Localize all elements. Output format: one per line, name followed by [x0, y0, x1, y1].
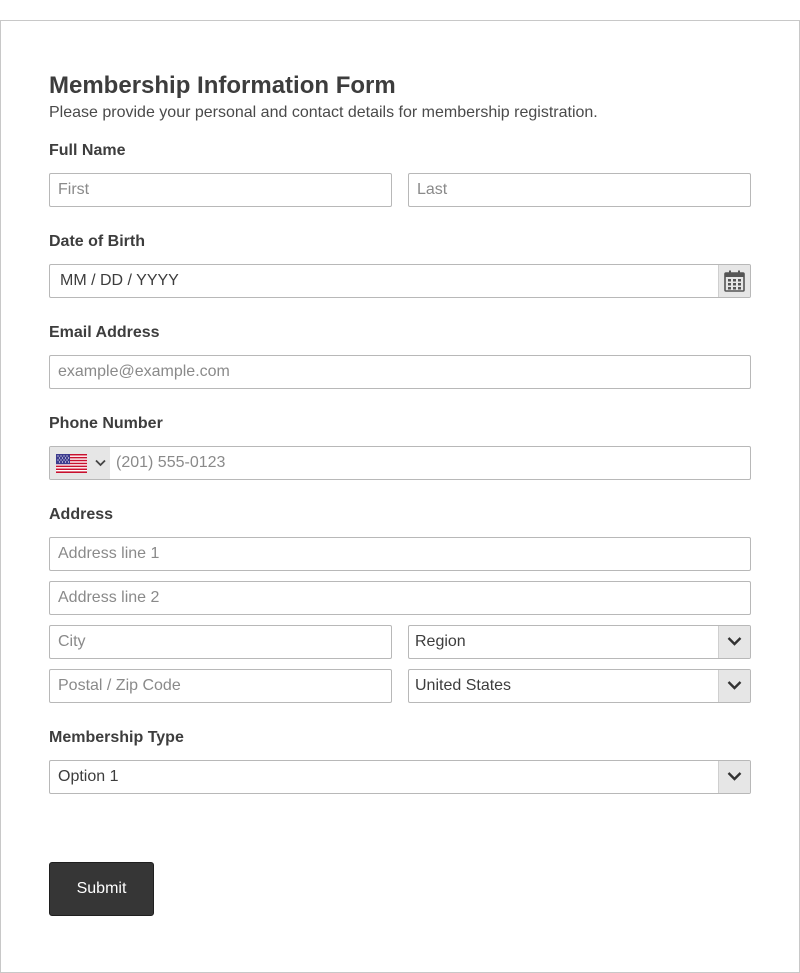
address-label: Address — [49, 506, 114, 523]
first-name-input[interactable]: First — [49, 173, 392, 207]
country-code-selector[interactable] — [50, 447, 110, 479]
chevron-down-icon — [727, 637, 742, 646]
us-flag-icon — [56, 454, 87, 473]
form-title: Membership Information Form — [49, 72, 396, 99]
membership-type-select[interactable]: Option 1 — [49, 760, 751, 794]
city-input[interactable]: City — [49, 625, 392, 659]
full-name-label: Full Name — [49, 142, 126, 159]
last-name-input[interactable]: Last — [408, 173, 751, 207]
dob-placeholder: MM / DD / YYYY — [60, 272, 179, 289]
phone-label: Phone Number — [49, 415, 163, 432]
phone-input[interactable]: (201) 555-0123 — [49, 446, 751, 480]
dob-input[interactable]: MM / DD / YYYY — [49, 264, 751, 298]
calendar-button[interactable] — [718, 265, 750, 297]
address-line2-input[interactable]: Address line 2 — [49, 581, 751, 615]
chevron-down-icon — [727, 681, 742, 690]
membership-type-dropdown-button[interactable] — [718, 761, 750, 793]
membership-type-value: Option 1 — [58, 768, 119, 785]
country-value: United States — [415, 677, 512, 694]
country-select[interactable]: United States — [408, 669, 751, 703]
country-dropdown-button[interactable] — [718, 670, 750, 702]
chevron-down-icon — [95, 459, 106, 467]
email-input[interactable]: example@example.com — [49, 355, 751, 389]
postal-code-input[interactable]: Postal / Zip Code — [49, 669, 392, 703]
form-subtitle: Please provide your personal and contact… — [49, 104, 598, 121]
phone-placeholder: (201) 555-0123 — [116, 454, 226, 471]
dob-label: Date of Birth — [49, 233, 145, 250]
submit-button[interactable]: Submit — [49, 862, 154, 916]
calendar-icon — [724, 270, 745, 292]
form-header: Membership Information Form Please provi… — [49, 72, 751, 123]
email-label: Email Address — [49, 324, 160, 341]
membership-type-label: Membership Type — [49, 729, 184, 746]
region-select[interactable]: Region — [408, 625, 751, 659]
region-value: Region — [415, 633, 466, 650]
region-dropdown-button[interactable] — [718, 626, 750, 658]
chevron-down-icon — [727, 772, 742, 781]
address-line1-input[interactable]: Address line 1 — [49, 537, 751, 571]
form-container — [0, 20, 800, 973]
